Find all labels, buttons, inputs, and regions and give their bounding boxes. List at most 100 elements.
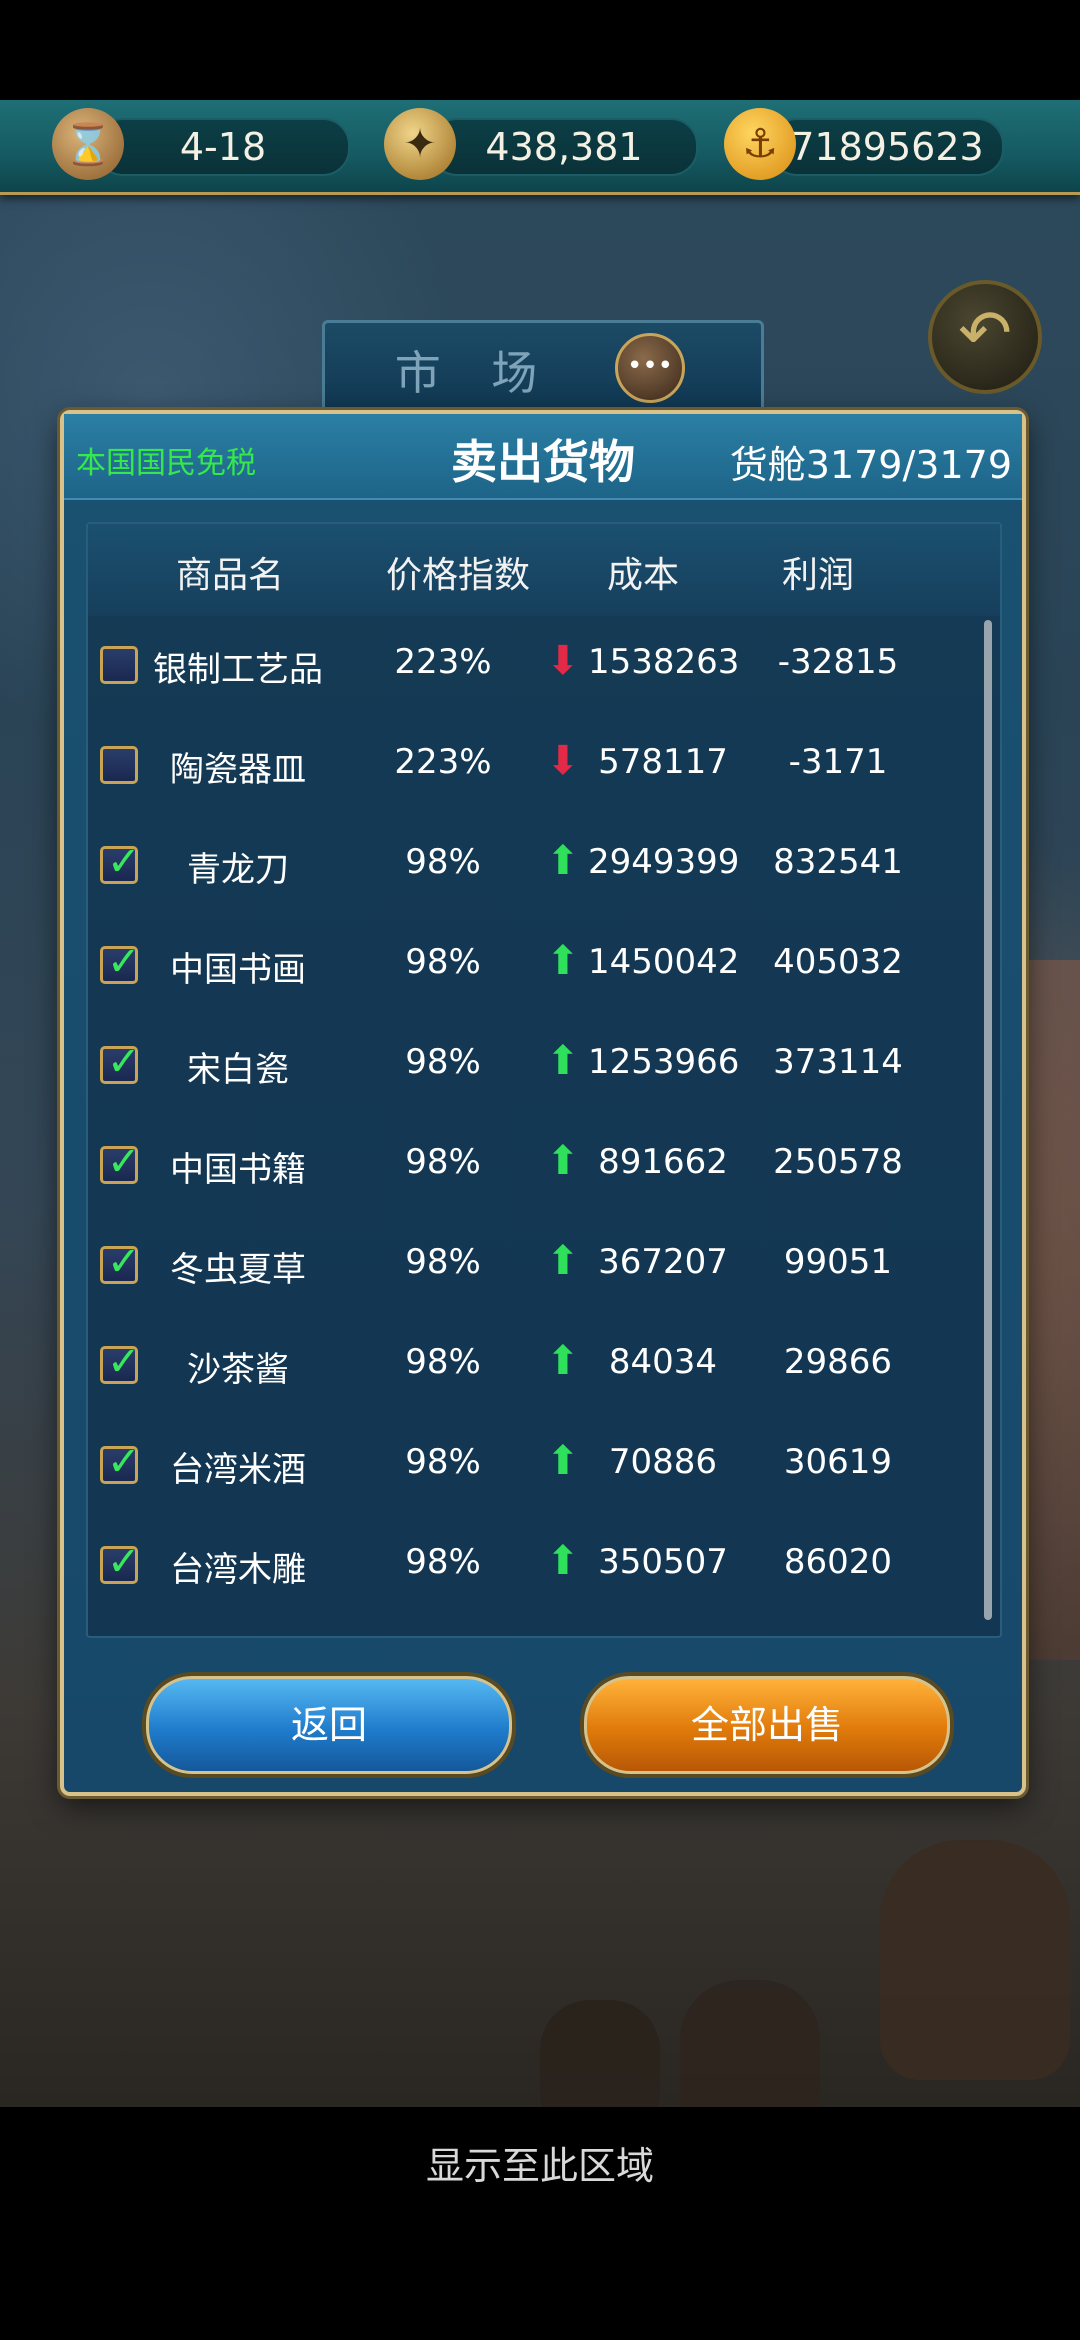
display-area-hint-text: 显示至此区域: [425, 2144, 654, 2188]
goods-name: 中国书籍: [170, 1150, 306, 1190]
header-name: 商品名: [175, 555, 284, 596]
check-icon: ✓: [107, 1539, 141, 1585]
cost-value: 891662: [598, 1142, 728, 1182]
price-index: 98%: [405, 942, 481, 982]
market-title: 市 场: [394, 346, 556, 400]
row-checkbox[interactable]: ✓: [100, 1339, 141, 1385]
table-row[interactable]: ✓ 中国书籍 98% ⬆ 891662 250578: [88, 1116, 978, 1216]
profit-value: 373114: [773, 1042, 903, 1082]
profit-value: 29866: [783, 1342, 893, 1382]
row-checkbox[interactable]: ✓: [100, 1239, 141, 1285]
row-checkbox[interactable]: ✓: [100, 839, 141, 885]
cost-value: 1450042: [588, 942, 740, 982]
header-profit: 利润: [781, 555, 854, 596]
arrow-up-icon: ⬆: [546, 1338, 580, 1384]
row-checkbox[interactable]: ✓: [100, 1539, 141, 1585]
price-index: 223%: [394, 742, 492, 782]
profit-value: -3171: [788, 742, 888, 782]
goods-name: 中国书画: [170, 950, 306, 990]
goods-name: 陶瓷器皿: [170, 750, 306, 790]
price-index: 98%: [405, 1042, 481, 1082]
row-checkbox[interactable]: ✓: [100, 746, 138, 784]
cost-value: 578117: [598, 742, 728, 782]
sell-goods-dialog: 本国国民免税 卖出货物 货舱3179/3179 商品名 价格指数 成本 利润 ✓…: [60, 410, 1026, 1796]
profit-value: 30619: [783, 1442, 893, 1482]
cost-value: 2949399: [588, 842, 740, 882]
goods-name: 冬虫夏草: [170, 1250, 306, 1290]
profit-value: 99051: [783, 1242, 893, 1282]
cost-value: 70886: [608, 1442, 718, 1482]
return-arrow-icon[interactable]: ↶: [928, 280, 1042, 394]
scrollbar[interactable]: [984, 620, 992, 1620]
arrow-down-icon: ⬇: [546, 738, 580, 784]
background-jar: [680, 1980, 820, 2107]
check-icon: ✓: [107, 839, 141, 885]
hourglass-icon: ⌛: [52, 108, 124, 180]
cost-value: 1253966: [588, 1042, 740, 1082]
table-row[interactable]: ✓ 宋白瓷 98% ⬆ 1253966 373114: [88, 1016, 978, 1116]
row-checkbox[interactable]: ✓: [100, 1139, 141, 1185]
check-icon: ✓: [107, 1339, 141, 1385]
header-price-index: 价格指数: [385, 555, 530, 596]
table-header: 商品名 价格指数 成本 利润: [88, 524, 1000, 616]
price-index: 223%: [394, 642, 492, 682]
dialog-header: 本国国民免税 卖出货物 货舱3179/3179: [64, 414, 1022, 500]
row-checkbox[interactable]: ✓: [100, 939, 141, 985]
gold-display: 71895623: [770, 118, 1004, 176]
profit-value: 250578: [773, 1142, 903, 1182]
table-body: ✓ 银制工艺品 223% ⬇ 1538263 -32815 ✓ 陶瓷器皿 223…: [88, 616, 978, 1616]
table-row[interactable]: ✓ 台湾米酒 98% ⬆ 70886 30619: [88, 1416, 978, 1516]
goods-name: 青龙刀: [187, 850, 289, 890]
goods-name: 沙茶酱: [187, 1350, 289, 1390]
status-bar: 4-18 ⌛ 438,381 ✦ 71895623 ⚓: [0, 100, 1080, 195]
date-value: 4-18: [179, 125, 267, 169]
price-index: 98%: [405, 1542, 481, 1582]
table-row[interactable]: ✓ 陶瓷器皿 223% ⬇ 578117 -3171: [88, 716, 978, 816]
arrow-up-icon: ⬆: [546, 1038, 580, 1084]
compass-icon: ✦: [384, 108, 456, 180]
goods-table: 商品名 价格指数 成本 利润 ✓ 银制工艺品 223% ⬇ 1538263 -3…: [86, 522, 1002, 1638]
table-row[interactable]: ✓ 中国书画 98% ⬆ 1450042 405032: [88, 916, 978, 1016]
row-checkbox[interactable]: ✓: [100, 646, 138, 684]
sell-all-button[interactable]: 全部出售: [584, 1676, 950, 1774]
cost-value: 84034: [608, 1342, 718, 1382]
profit-value: 832541: [773, 842, 903, 882]
back-button[interactable]: 返回: [146, 1676, 512, 1774]
goods-name: 台湾米酒: [170, 1450, 306, 1490]
arrow-down-icon: ⬇: [546, 638, 580, 684]
anchor-coin-icon: ⚓: [724, 108, 796, 180]
table-row[interactable]: ✓ 银制工艺品 223% ⬇ 1538263 -32815: [88, 616, 978, 716]
arrow-up-icon: ⬆: [546, 1538, 580, 1584]
goods-name: 台湾木雕: [170, 1550, 306, 1590]
table-row[interactable]: ✓ 青龙刀 98% ⬆ 2949399 832541: [88, 816, 978, 916]
table-row[interactable]: ✓ 冬虫夏草 98% ⬆ 367207 99051: [88, 1216, 978, 1316]
price-index: 98%: [405, 1442, 481, 1482]
profit-value: -32815: [777, 642, 899, 682]
profit-value: 405032: [773, 942, 903, 982]
check-icon: ✓: [107, 1239, 141, 1285]
arrow-up-icon: ⬆: [546, 1238, 580, 1284]
background-jar: [880, 1840, 1070, 2080]
arrow-up-icon: ⬆: [546, 838, 580, 884]
cargo-hold-capacity: 货舱3179/3179: [729, 443, 1012, 487]
goods-name: 银制工艺品: [153, 650, 323, 690]
row-checkbox[interactable]: ✓: [100, 1039, 141, 1085]
arrow-up-icon: ⬆: [546, 1438, 580, 1484]
price-index: 98%: [405, 1142, 481, 1182]
check-icon: ✓: [107, 1039, 141, 1085]
price-index: 98%: [405, 1242, 481, 1282]
goods-name: 宋白瓷: [187, 1050, 289, 1090]
display-area-hint: 显示至此区域: [0, 2107, 1080, 2340]
date-display: 4-18: [96, 118, 350, 176]
price-index: 98%: [405, 842, 481, 882]
cost-value: 367207: [598, 1242, 728, 1282]
row-checkbox[interactable]: ✓: [100, 1439, 141, 1485]
check-icon: ✓: [107, 1139, 141, 1185]
chat-bubble-icon[interactable]: •••: [615, 333, 685, 403]
table-row[interactable]: ✓ 沙茶酱 98% ⬆ 84034 29866: [88, 1316, 978, 1416]
price-index: 98%: [405, 1342, 481, 1382]
cost-value: 350507: [598, 1542, 728, 1582]
gold-value: 71895623: [790, 125, 984, 169]
check-icon: ✓: [107, 939, 141, 985]
table-row[interactable]: ✓ 台湾木雕 98% ⬆ 350507 86020: [88, 1516, 978, 1616]
